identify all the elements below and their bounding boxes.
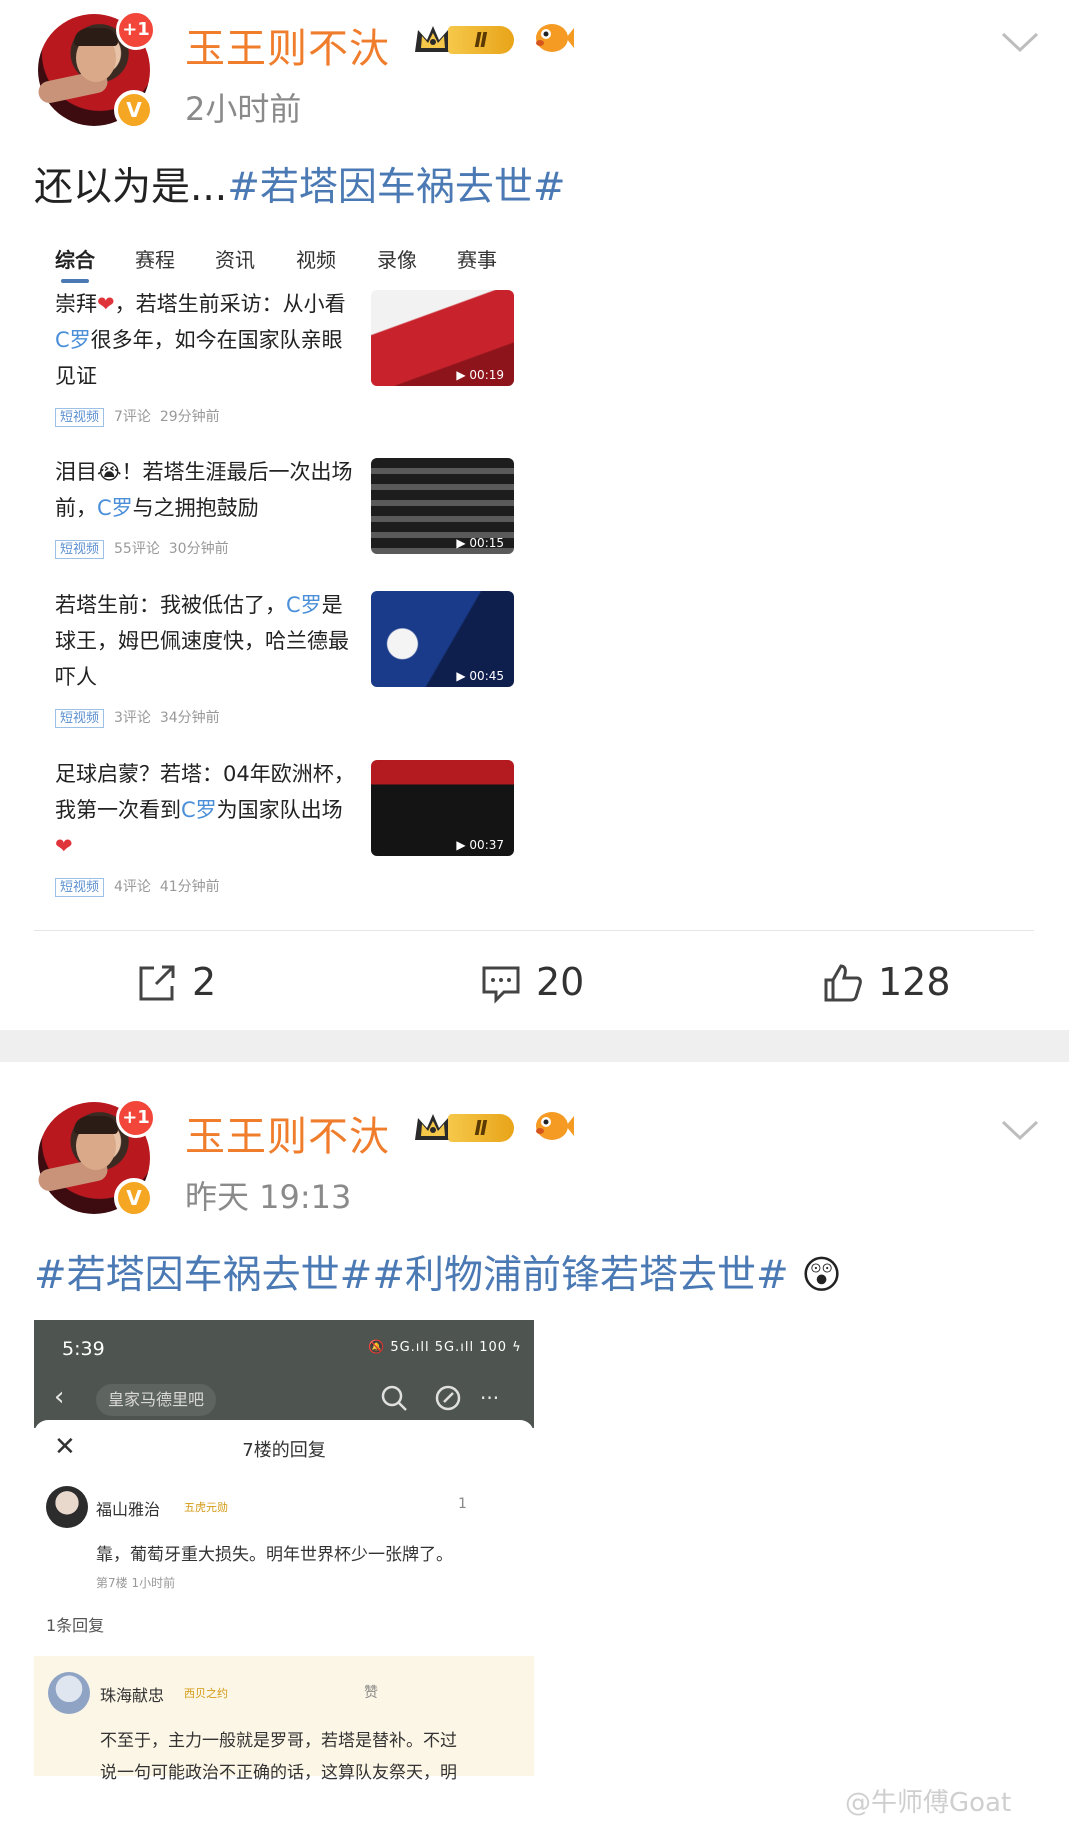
news-title: 足球启蒙？若塔：04年欧洲杯，我第一次看到C罗为国家队出场❤ [55, 762, 355, 858]
commenter-badge: 五虎元勋 [184, 1501, 228, 1514]
video-duration: ▶ 00:45 [456, 669, 504, 683]
video-thumbnail[interactable]: ▶ 00:37 [371, 760, 514, 856]
tab-all[interactable]: 综合 [55, 244, 95, 273]
comment-text: 靠，葡萄牙重大损失。明年世界杯少一张牌了。 [96, 1545, 453, 1565]
news-meta: 短视频 7评论 29分钟前 [55, 406, 220, 427]
post-text: 还以为是...#若塔因车祸去世# [34, 156, 566, 212]
card-tabs: 综合 赛程 资讯 视频 录像 赛事 [55, 244, 515, 284]
reply-block: 珠海献忠 西贝之约 赞 不至于，主力一般就是罗哥，若塔是替补。不过 说一句可能政… [34, 1656, 534, 1783]
video-duration: ▶ 00:37 [456, 838, 504, 852]
comment-count: 20 [536, 960, 585, 1004]
active-tab-indicator [61, 279, 89, 283]
level-number: Ⅱ [448, 1114, 514, 1142]
replier-name: 珠海献忠 [100, 1686, 165, 1705]
plus-one-badge: +1 [116, 1098, 156, 1138]
tab-video[interactable]: 视频 [296, 244, 336, 273]
username[interactable]: 玉王则不汏 [185, 1104, 390, 1162]
reply-text-line-1: 不至于，主力一般就是罗哥，若塔是替补。不过 [100, 1731, 457, 1751]
share-count: 2 [192, 960, 217, 1004]
user-avatar[interactable]: +1 V [36, 10, 156, 130]
goldfish-icon [536, 1112, 574, 1140]
phone-status-icons: 🔕 5G.ıll 5G.ıll 100 ϟ [368, 1340, 522, 1355]
video-thumbnail[interactable]: ▶ 00:15 [371, 458, 514, 554]
comment-icon [482, 966, 520, 1004]
heart-icon: ❤ [97, 292, 115, 316]
tab-replay[interactable]: 录像 [377, 244, 417, 273]
news-meta: 短视频 3评论 34分钟前 [55, 707, 220, 728]
topic-link[interactable]: #利物浦前锋若塔去世# [372, 1253, 788, 1298]
post-text: #若塔因车祸去世##利物浦前锋若塔去世# 😲 [34, 1244, 842, 1300]
replier-avatar [48, 1672, 90, 1714]
phone-time: 5:39 [62, 1338, 105, 1360]
edit-icon [435, 1385, 461, 1411]
chevron-down-icon[interactable] [1000, 1118, 1040, 1142]
avatar-hair [74, 28, 118, 46]
comment-meta: 第7楼 1小时前 [96, 1576, 176, 1590]
weibo-post: +1 V 玉王则不汏 Ⅱ 2小时前 还以为是...#若塔因车祸去世# 综合 赛程… [0, 0, 1069, 1030]
reply-like-label: 赞 [364, 1685, 378, 1701]
search-icon [381, 1385, 407, 1411]
video-tag: 短视频 [55, 878, 105, 897]
video-tag: 短视频 [55, 709, 105, 728]
post-time: 2小时前 [185, 90, 302, 128]
commenter-avatar [46, 1486, 88, 1528]
video-duration: ▶ 00:15 [456, 536, 504, 550]
post-separator [0, 1030, 1069, 1062]
news-meta: 短视频 55评论 30分钟前 [55, 538, 229, 559]
post-time: 昨天 19:13 [185, 1178, 352, 1216]
verified-badge: V [114, 90, 154, 130]
replier-badge: 西贝之约 [184, 1687, 228, 1700]
news-title: 若塔生前：我被低估了，C罗是球王，姆巴佩速度快，哈兰德最吓人 [55, 593, 349, 689]
more-icon: ··· [480, 1386, 500, 1410]
heart-icon: ❤ [55, 834, 73, 858]
goldfish-icon [536, 24, 574, 52]
tab-news[interactable]: 资讯 [215, 244, 255, 273]
embedded-screenshot[interactable]: 5:39 🔕 5G.ıll 5G.ıll 100 ϟ ‹ 皇家马德里吧 ··· … [34, 1320, 534, 1823]
level-number: Ⅱ [448, 26, 514, 54]
crying-emoji: 😭 [97, 460, 122, 484]
topic-link[interactable]: #若塔因车祸去世# [34, 1253, 372, 1298]
video-tag: 短视频 [55, 540, 105, 559]
verified-badge: V [114, 1178, 154, 1218]
watermark: @牛师傅Goat [845, 1788, 1012, 1818]
commenter-name: 福山雅治 [96, 1500, 161, 1519]
video-duration: ▶ 00:19 [456, 368, 504, 382]
tab-schedule[interactable]: 赛程 [135, 244, 175, 273]
news-title: 崇拜❤，若塔生前采访：从小看C罗很多年，如今在国家队亲眼见证 [55, 292, 346, 388]
user-avatar[interactable]: +1 V [36, 1098, 156, 1218]
comment-like-count: 1 [458, 1496, 467, 1512]
back-icon: ‹ [54, 1382, 65, 1412]
phone-status-bar: 5:39 🔕 5G.ıll 5G.ıll 100 ϟ ‹ 皇家马德里吧 ··· [34, 1320, 534, 1428]
news-title: 泪目😭！若塔生涯最后一次出场前，C罗与之拥抱鼓励 [55, 460, 353, 520]
username[interactable]: 玉王则不汏 [185, 16, 390, 74]
member-level-badge[interactable]: Ⅱ [412, 18, 516, 58]
sheet-title: 7楼的回复 [242, 1440, 326, 1461]
surprised-emoji: 😲 [801, 1253, 842, 1298]
divider [34, 930, 1034, 931]
member-level-badge[interactable]: Ⅱ [412, 1106, 516, 1146]
video-thumbnail[interactable]: ▶ 00:19 [371, 290, 514, 386]
topic-link[interactable]: #若塔因车祸去世# [227, 165, 565, 210]
news-meta: 短视频 4评论 41分钟前 [55, 876, 220, 897]
video-tag: 短视频 [55, 408, 105, 427]
plus-one-badge: +1 [116, 10, 156, 50]
thumbs-up-icon [824, 964, 862, 1002]
video-thumbnail[interactable]: ▶ 00:45 [371, 591, 514, 687]
forum-name: 皇家马德里吧 [96, 1384, 217, 1416]
reply-count: 1条回复 [46, 1616, 105, 1635]
avatar-hair [74, 1116, 118, 1134]
post-text-prefix: 还以为是... [34, 165, 228, 210]
like-count: 128 [878, 960, 951, 1004]
chevron-down-icon[interactable] [1000, 30, 1040, 54]
reply-text-line-2: 说一句可能政治不正确的话，这算队友祭天，明 [100, 1763, 457, 1783]
tab-events[interactable]: 赛事 [457, 244, 497, 273]
share-icon [139, 965, 175, 1001]
reply-sheet: ✕ 7楼的回复 福山雅治 五虎元勋 1 靠，葡萄牙重大损失。明年世界杯少一张牌了… [34, 1420, 534, 1823]
